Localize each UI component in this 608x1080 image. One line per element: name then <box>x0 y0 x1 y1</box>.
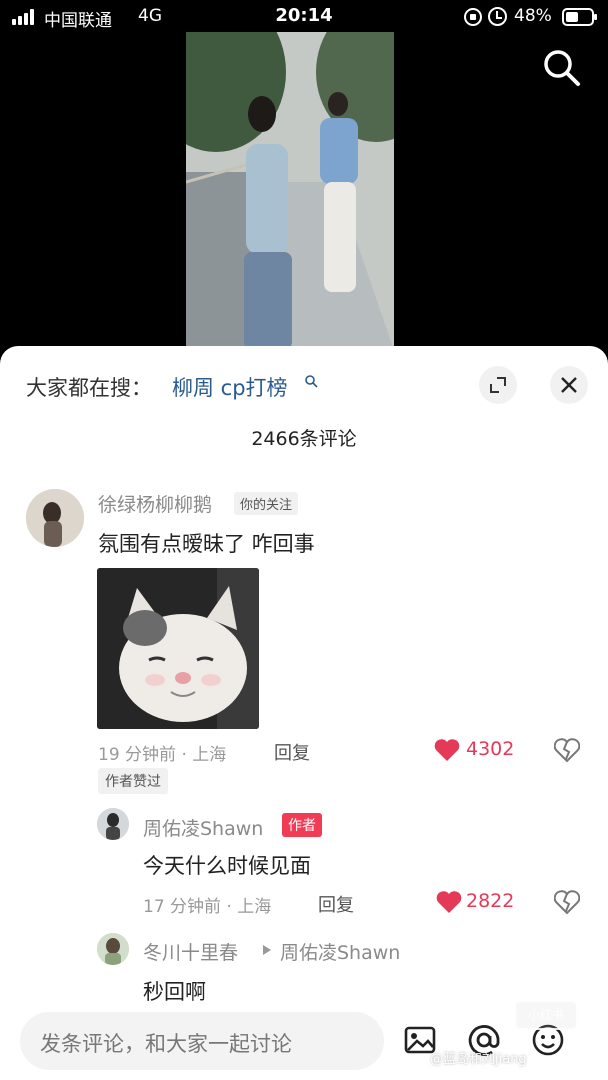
close-icon <box>561 377 577 393</box>
status-bar: 中国联通 4G 20:14 48% <box>0 0 608 34</box>
author-liked-badge: 作者赞过 <box>98 768 168 794</box>
reply-button[interactable]: 回复 <box>274 739 310 765</box>
video-thumbnail <box>186 32 394 350</box>
comment-sheet: 大家都在搜： 柳周 cp打榜 2466条评论 徐绿杨柳柳鹅 你的关注 氛围有点暧… <box>0 346 608 1080</box>
reply-username[interactable]: 周佑凌Shawn <box>143 814 263 841</box>
trending-prefix: 大家都在搜： <box>26 376 152 400</box>
reply-text: 今天什么时候见面 <box>143 854 311 878</box>
video-player[interactable] <box>186 32 394 350</box>
heart-filled-icon[interactable] <box>436 890 462 914</box>
trending-search-icon <box>305 375 318 388</box>
comment-username[interactable]: 徐绿杨柳柳鹅 <box>98 490 212 517</box>
watermark-text: @蓝岛和刘jiang <box>430 1052 527 1067</box>
heart-filled-icon[interactable] <box>434 738 460 762</box>
search-icon <box>544 50 580 86</box>
alarm-icon <box>488 7 507 26</box>
reply-text: 秒回啊 <box>143 980 206 1004</box>
reply-username[interactable]: 冬川十里春 <box>143 938 238 965</box>
comment-meta: 19 分钟前 · 上海 <box>98 745 227 765</box>
trending-search-link[interactable]: 柳周 cp打榜 <box>172 372 288 402</box>
cat-photo <box>97 568 259 729</box>
dislike-icon[interactable] <box>554 737 580 763</box>
comment-input-box[interactable]: 发条评论，和大家一起讨论 <box>20 1012 384 1070</box>
following-tag: 你的关注 <box>234 492 299 515</box>
expand-button[interactable] <box>479 366 517 404</box>
author-tag: 作者 <box>282 813 322 837</box>
avatar[interactable] <box>97 808 129 840</box>
avatar[interactable] <box>26 489 84 547</box>
avatar[interactable] <box>97 933 129 965</box>
like-count: 2822 <box>466 890 515 912</box>
reply-meta: 17 分钟前 · 上海 <box>143 897 272 917</box>
reply-to-username[interactable]: 周佑凌Shawn <box>280 938 400 965</box>
battery-percentage: 48% <box>514 6 552 26</box>
lock-rotation-icon <box>464 8 482 26</box>
comment-input[interactable]: 发条评论，和大家一起讨论 <box>40 1028 292 1058</box>
dislike-icon[interactable] <box>554 889 580 915</box>
battery-icon <box>562 8 597 26</box>
comment-image[interactable] <box>97 568 259 729</box>
reply-arrow-icon <box>263 945 271 955</box>
like-count: 4302 <box>466 738 515 760</box>
search-button[interactable] <box>540 46 584 90</box>
watermark-logo: 小红书 <box>514 1000 578 1030</box>
comment-count: 2466条评论 <box>251 428 357 450</box>
close-button[interactable] <box>550 366 588 404</box>
comment-text: 氛围有点暧昧了 咋回事 <box>98 532 315 556</box>
expand-icon <box>490 377 506 393</box>
reply-button[interactable]: 回复 <box>318 891 354 917</box>
